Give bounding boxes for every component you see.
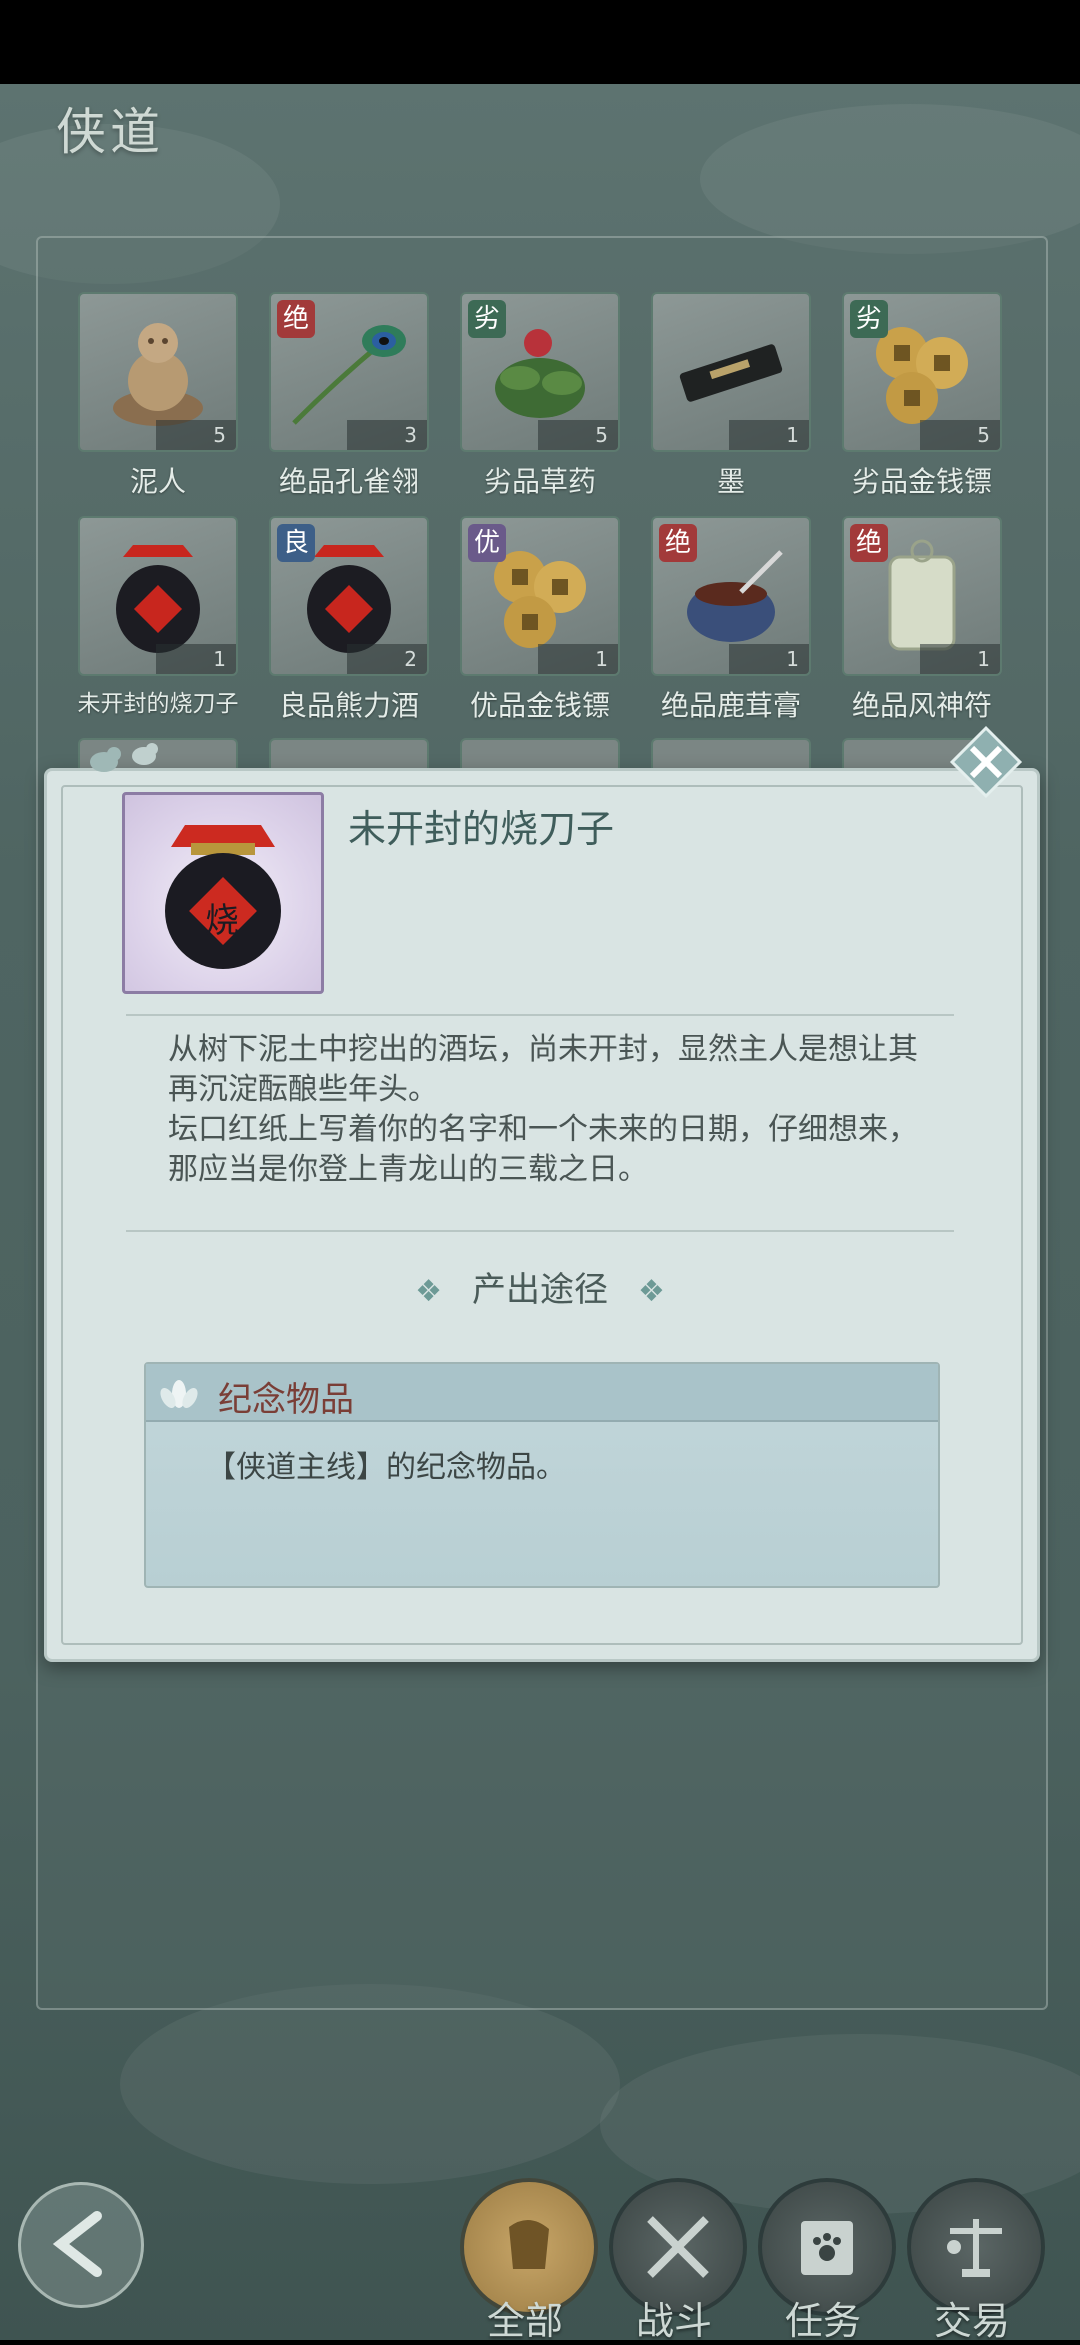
crossed-swords-icon (638, 2207, 718, 2291)
item-name: 劣品草药 (483, 465, 596, 498)
item-tile[interactable]: 5 (78, 292, 238, 452)
item-tile[interactable]: 绝 1 (842, 516, 1002, 676)
item-name: 优品金钱镖 (469, 689, 610, 722)
item-tile[interactable]: 绝 3 (269, 292, 429, 452)
close-button[interactable] (948, 724, 1024, 800)
item-cell[interactable]: 5 泥人 (78, 292, 238, 500)
item-tile[interactable]: 优 1 (460, 516, 620, 676)
item-name: 绝品鹿茸膏 (660, 689, 801, 722)
lotus-icon (154, 1372, 204, 1416)
page-title: 侠道 (56, 103, 164, 161)
item-name: 劣品金钱镖 (851, 465, 992, 498)
item-count: 1 (538, 644, 618, 674)
item-tile[interactable]: 劣 5 (460, 292, 620, 452)
item-count: 1 (729, 420, 809, 450)
item-count: 2 (347, 644, 427, 674)
item-cell[interactable]: 1 墨 (651, 292, 811, 500)
item-title: 未开封的烧刀子 (348, 807, 615, 851)
item-tile[interactable]: 绝 1 (651, 516, 811, 676)
tab-label: 全部 (486, 2299, 563, 2343)
item-cell[interactable]: 劣 5 劣品金钱镖 (842, 292, 1002, 500)
divider (126, 1014, 954, 1016)
item-count: 5 (920, 420, 1000, 450)
item-cell[interactable]: 良 2 良品熊力酒 (269, 516, 429, 724)
source-card: 纪念物品 【侠道主线】的纪念物品。 (144, 1362, 940, 1588)
back-button[interactable] (18, 2182, 144, 2308)
item-cell[interactable]: 绝 3 绝品孔雀翎 (269, 292, 429, 500)
back-arrow-icon (31, 2210, 131, 2297)
item-name: 墨 (716, 465, 745, 498)
description-paragraph: 坛口红纸上写着你的名字和一个未来的日期，仔细想来，那应当是你登上青龙山的三载之日… (168, 1112, 918, 1187)
item-cell[interactable]: 1 未开封的烧刀子 (78, 516, 239, 718)
ink-stick-icon (671, 333, 791, 417)
clay-figure-icon (103, 313, 213, 437)
item-tile[interactable]: 1 (78, 516, 238, 676)
item-cell[interactable]: 优 1 优品金钱镖 (460, 516, 620, 724)
divider (126, 1230, 954, 1232)
item-cell[interactable]: 绝 1 绝品鹿茸膏 (651, 516, 811, 724)
source-card-header: 纪念物品 (146, 1364, 938, 1422)
quality-tag: 绝 (277, 300, 315, 338)
item-image: 烧 (122, 792, 324, 994)
tab-label: 战斗 (635, 2299, 712, 2343)
status-bar (0, 0, 1080, 84)
source-heading-text: 产出途径 (472, 1270, 608, 1310)
item-count: 5 (538, 420, 618, 450)
item-row-partial (78, 738, 1008, 770)
item-tile[interactable]: 良 2 (269, 516, 429, 676)
item-count: 3 (347, 420, 427, 450)
item-cell[interactable]: 绝 1 绝品风神符 (842, 516, 1002, 724)
quality-tag: 优 (468, 524, 506, 562)
wine-jar-icon (103, 537, 213, 661)
quality-tag: 良 (277, 524, 315, 562)
diamond-ornament-icon: ❖ (415, 1274, 442, 1309)
item-count: 5 (156, 420, 236, 450)
jar-label: 烧 (205, 901, 239, 941)
item-count: 1 (920, 644, 1000, 674)
source-text: 【侠道主线】的纪念物品。 (206, 1450, 566, 1485)
bird-decoration-icon (74, 726, 174, 790)
scale-icon (936, 2207, 1016, 2291)
source-section-heading: ❖ 产出途径 ❖ (0, 1262, 1080, 1311)
diamond-ornament-icon: ❖ (638, 1274, 665, 1309)
quality-tag: 绝 (850, 524, 888, 562)
item-name: 绝品风神符 (851, 689, 992, 722)
item-count: 1 (729, 644, 809, 674)
item-tile[interactable]: 劣 5 (842, 292, 1002, 452)
quality-tag: 劣 (850, 300, 888, 338)
quality-tag: 劣 (468, 300, 506, 338)
item-name: 泥人 (129, 465, 186, 498)
description-paragraph: 从树下泥土中挖出的酒坛，尚未开封，显然主人是想让其再沉淀酝酿些年头。 (168, 1032, 918, 1107)
source-label: 纪念物品 (218, 1380, 354, 1420)
item-cell[interactable]: 劣 5 劣品草药 (460, 292, 620, 500)
item-description: 从树下泥土中挖出的酒坛，尚未开封，显然主人是想让其再沉淀酝酿些年头。 坛口红纸上… (168, 1030, 938, 1190)
tab-label: 任务 (784, 2299, 861, 2343)
item-name: 未开封的烧刀子 (77, 691, 239, 717)
item-tile[interactable]: 1 (651, 292, 811, 452)
quality-tag: 绝 (659, 524, 697, 562)
item-name: 绝品孔雀翎 (278, 465, 419, 498)
paw-book-icon (787, 2207, 867, 2291)
item-count: 1 (156, 644, 236, 674)
all-items-icon (489, 2207, 569, 2291)
close-icon (948, 725, 1024, 803)
tab-label: 交易 (933, 2299, 1010, 2343)
item-name: 良品熊力酒 (278, 689, 419, 722)
